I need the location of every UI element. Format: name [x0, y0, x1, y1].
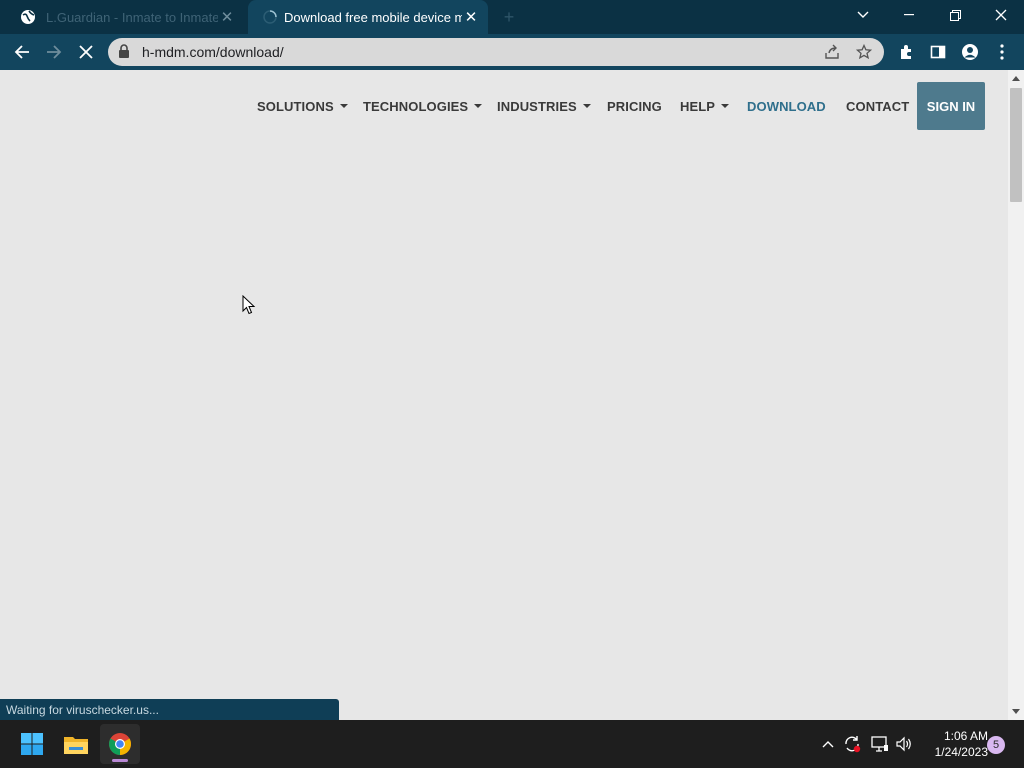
chevron-up-icon[interactable]	[818, 734, 838, 754]
clock-time: 1:06 AM	[943, 729, 988, 743]
status-bubble: Waiting for viruschecker.us...	[0, 699, 339, 720]
nav-contact[interactable]: CONTACT	[846, 82, 909, 130]
tab-search-icon[interactable]	[840, 0, 886, 30]
stop-loading-icon[interactable]	[72, 38, 100, 66]
url-text: h-mdm.com/download/	[142, 44, 284, 60]
volume-icon[interactable]	[894, 734, 914, 754]
nav-label: DOWNLOAD	[747, 98, 826, 114]
scroll-down-icon[interactable]	[1012, 709, 1020, 714]
caret-down-icon	[721, 104, 730, 108]
mouse-cursor-icon	[242, 295, 256, 315]
loading-spinner-icon	[262, 9, 278, 25]
nav-label: INDUSTRIES	[497, 98, 577, 114]
sign-in-button[interactable]: SIGN IN	[917, 82, 985, 130]
system-clock[interactable]: 1:06 AM 1/24/2023	[918, 728, 988, 760]
chrome-icon[interactable]	[100, 724, 140, 764]
caret-down-icon	[582, 104, 591, 108]
bookmark-star-icon[interactable]	[854, 42, 874, 62]
caret-down-icon	[474, 104, 483, 108]
lock-icon[interactable]	[118, 44, 132, 60]
nav-solutions[interactable]: SOLUTIONS	[257, 82, 348, 130]
tab-inactive[interactable]: L.Guardian - Inmate to Inmate ✕	[8, 0, 244, 34]
nav-label: PRICING	[607, 98, 662, 114]
tab-title: Download free mobile device ma	[284, 9, 462, 25]
nav-download[interactable]: DOWNLOAD	[747, 82, 826, 130]
nav-technologies[interactable]: TECHNOLOGIES	[363, 82, 483, 130]
network-icon[interactable]	[870, 734, 890, 754]
globe-icon	[20, 9, 36, 25]
nav-label: SOLUTIONS	[257, 98, 334, 114]
tab-close-icon[interactable]: ✕	[462, 8, 480, 26]
minimize-icon[interactable]	[886, 0, 932, 30]
back-icon[interactable]	[8, 38, 36, 66]
tab-strip: L.Guardian - Inmate to Inmate ✕ Download…	[0, 0, 1024, 34]
clock-date: 1/24/2023	[934, 745, 988, 759]
notification-badge[interactable]: 5	[987, 736, 1005, 754]
side-panel-icon[interactable]	[924, 38, 952, 66]
nav-industries[interactable]: INDUSTRIES	[497, 82, 591, 130]
nav-pricing[interactable]: PRICING	[607, 82, 662, 130]
nav-label: CONTACT	[846, 98, 910, 114]
active-app-indicator	[112, 759, 128, 762]
start-windows-icon[interactable]	[12, 724, 52, 764]
tab-close-icon[interactable]: ✕	[218, 8, 236, 26]
browser-toolbar: h-mdm.com/download/	[0, 34, 1024, 70]
site-nav: SOLUTIONS TECHNOLOGIES INDUSTRIES PRICIN…	[0, 82, 1008, 130]
scroll-thumb[interactable]	[1010, 88, 1022, 202]
extensions-icon[interactable]	[892, 38, 920, 66]
address-bar[interactable]: h-mdm.com/download/	[108, 38, 884, 66]
nav-label: TECHNOLOGIES	[363, 98, 469, 114]
sync-alert-icon[interactable]	[842, 734, 862, 754]
tab-active[interactable]: Download free mobile device ma ✕	[248, 0, 488, 34]
forward-icon[interactable]	[40, 38, 68, 66]
page-content: SOLUTIONS TECHNOLOGIES INDUSTRIES PRICIN…	[0, 70, 1008, 720]
nav-help[interactable]: HELP	[680, 82, 730, 130]
nav-label: HELP	[680, 98, 716, 114]
menu-kebab-icon[interactable]	[988, 38, 1016, 66]
scroll-up-icon[interactable]	[1012, 76, 1020, 81]
caret-down-icon	[339, 104, 348, 108]
profile-avatar-icon[interactable]	[956, 38, 984, 66]
close-window-icon[interactable]	[978, 0, 1024, 30]
share-icon[interactable]	[822, 42, 842, 62]
taskbar: 1:06 AM 1/24/2023 5	[0, 720, 1024, 768]
restore-icon[interactable]	[932, 0, 978, 30]
new-tab-button[interactable]: +	[498, 6, 520, 28]
tab-title: L.Guardian - Inmate to Inmate	[46, 9, 218, 25]
file-explorer-icon[interactable]	[56, 724, 96, 764]
page-scrollbar[interactable]	[1008, 70, 1024, 720]
